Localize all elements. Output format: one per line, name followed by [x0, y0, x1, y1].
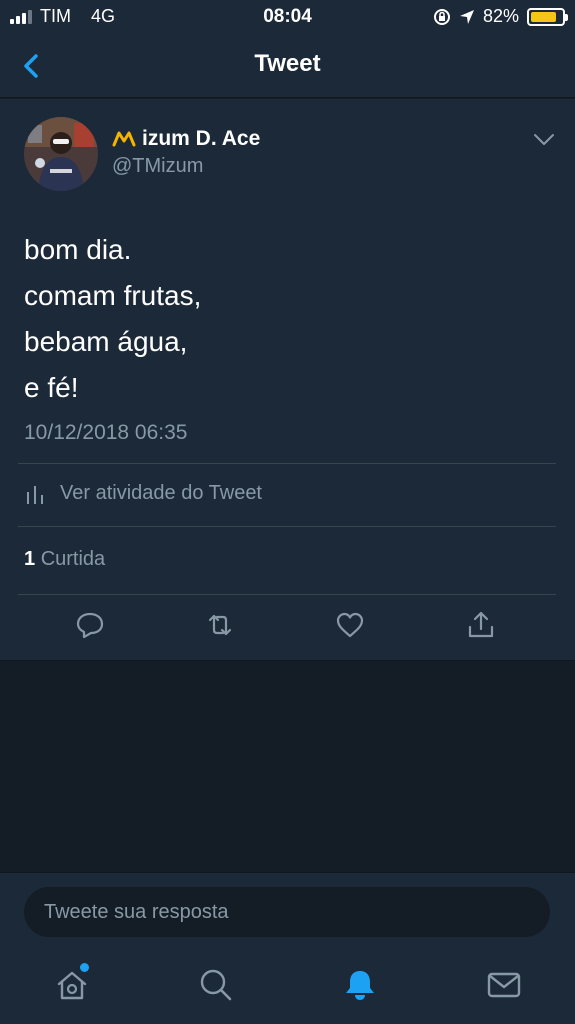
orientation-lock-icon [433, 8, 450, 25]
author-name-row[interactable]: izum D. Ace [112, 127, 260, 151]
tweet-text-line: bom dia. [24, 234, 132, 265]
battery-icon [527, 7, 568, 26]
yellow-m-emoji-icon [112, 131, 136, 147]
avatar[interactable] [24, 117, 98, 191]
author-name: izum D. Ace [142, 127, 261, 150]
tweet-text-line: bebam água, [24, 326, 188, 357]
envelope-icon [487, 972, 521, 998]
retweet-icon[interactable] [204, 609, 236, 641]
divider [18, 526, 556, 527]
bottom-area: Tweete sua resposta [0, 872, 575, 1024]
tweet-timestamp[interactable]: 10/12/2018 06:35 [24, 421, 188, 445]
divider [18, 594, 556, 595]
tweet-text-line: comam frutas, [24, 280, 202, 311]
home-icon [57, 971, 87, 1000]
like-count-value: 1 [24, 548, 36, 570]
reply-icon[interactable] [74, 609, 106, 641]
tweet-activity-label: Ver atividade do Tweet [60, 482, 262, 504]
location-arrow-icon [459, 9, 474, 24]
tweet-activity-link[interactable]: Ver atividade do Tweet [26, 482, 262, 505]
chevron-down-icon[interactable] [533, 133, 555, 147]
author-handle[interactable]: @TMizum [112, 155, 203, 178]
bar-chart-icon [27, 485, 43, 504]
divider [18, 463, 556, 464]
navigation-bar: Tweet [0, 34, 575, 98]
battery-percent: 82% [482, 6, 519, 26]
page-title: Tweet [254, 50, 321, 77]
bell-icon [346, 971, 374, 1000]
likes-count[interactable]: 1 Curtida [24, 548, 105, 571]
share-icon[interactable] [465, 609, 497, 641]
like-icon[interactable] [334, 609, 366, 641]
new-content-dot-icon [80, 963, 89, 972]
status-bar: TIM 4G 08:04 82% [0, 0, 575, 34]
tweet-detail: izum D. Ace @TMizum bom dia. comam fruta… [0, 99, 575, 661]
like-count-label: Curtida [40, 548, 106, 570]
search-icon [200, 969, 232, 1001]
tweet-actions [0, 609, 575, 649]
tweet-text-line: e fé! [24, 372, 79, 403]
tweet-text: bom dia. comam frutas, bebam água, e fé! [24, 227, 201, 411]
reply-input[interactable]: Tweete sua resposta [24, 887, 550, 937]
